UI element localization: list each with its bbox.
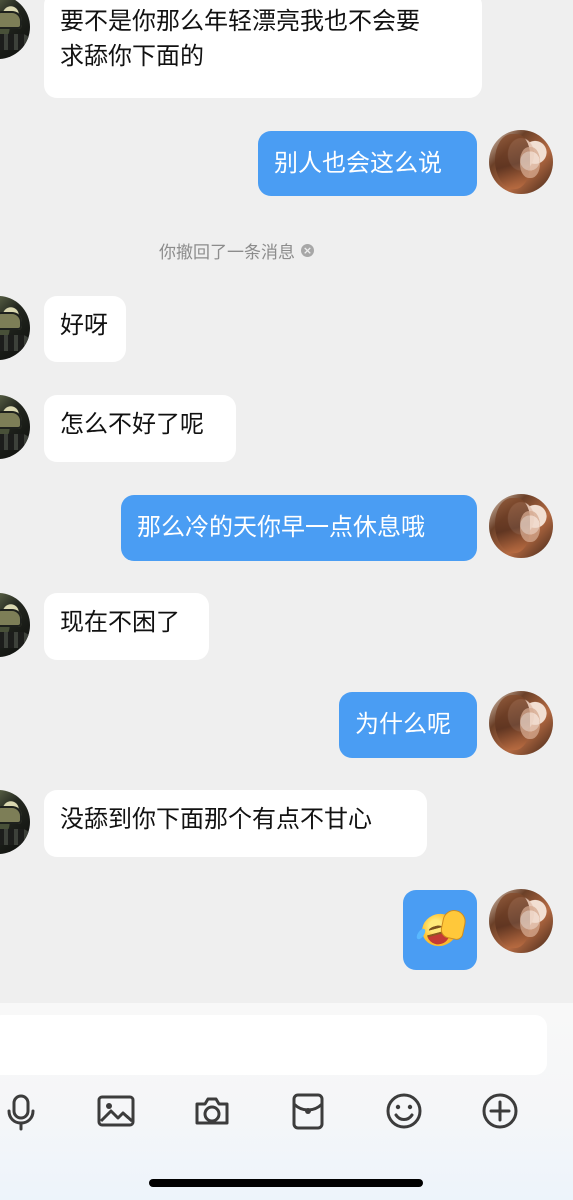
outgoing-emoji-message[interactable] [403,890,477,970]
contact-avatar[interactable] [0,790,30,854]
contact-avatar[interactable] [0,296,30,360]
outgoing-message-1[interactable]: 别人也会这么说 [258,131,477,196]
close-circle-icon: × [301,243,314,257]
user-avatar[interactable] [489,130,553,194]
user-avatar[interactable] [489,494,553,558]
plus-icon [482,1093,518,1129]
contact-avatar[interactable] [0,0,30,59]
contact-avatar[interactable] [0,593,30,657]
camera-button[interactable] [191,1090,233,1132]
recalled-message-notice: 你撤回了一条消息 × [159,238,314,263]
incoming-message-3[interactable]: 怎么不好了呢 [44,395,236,462]
user-avatar[interactable] [489,889,553,953]
incoming-message-5[interactable]: 没舔到你下面那个有点不甘心 [44,790,427,857]
emoji-button[interactable] [383,1090,425,1132]
microphone-icon [7,1094,35,1131]
camera-icon [195,1097,229,1125]
home-indicator [149,1179,423,1187]
plus-button[interactable] [479,1090,521,1132]
chat-thread: 要不是你那么年轻漂亮我也不会要 求舔你下面的 别人也会这么说 你撤回了一条消息 … [0,0,573,1003]
red-packet-icon [292,1093,324,1130]
microphone-button[interactable] [0,1090,42,1132]
image-button[interactable] [95,1090,137,1132]
emoji-icon [386,1093,422,1129]
message-input[interactable] [0,1015,547,1075]
outgoing-message-3[interactable]: 为什么呢 [339,692,477,758]
message-composer [0,1003,573,1200]
incoming-message-4[interactable]: 现在不困了 [44,593,209,660]
user-avatar[interactable] [489,691,553,755]
red-packet-button[interactable] [287,1090,329,1132]
contact-avatar[interactable] [0,395,30,459]
hand-emoji-part [439,907,468,942]
incoming-message-1[interactable]: 要不是你那么年轻漂亮我也不会要 求舔你下面的 [44,0,482,98]
recalled-message-text: 你撤回了一条消息 [159,242,295,263]
outgoing-message-2[interactable]: 那么冷的天你早一点休息哦 [121,495,477,561]
image-icon [97,1095,135,1127]
incoming-message-2[interactable]: 好呀 [44,296,126,362]
